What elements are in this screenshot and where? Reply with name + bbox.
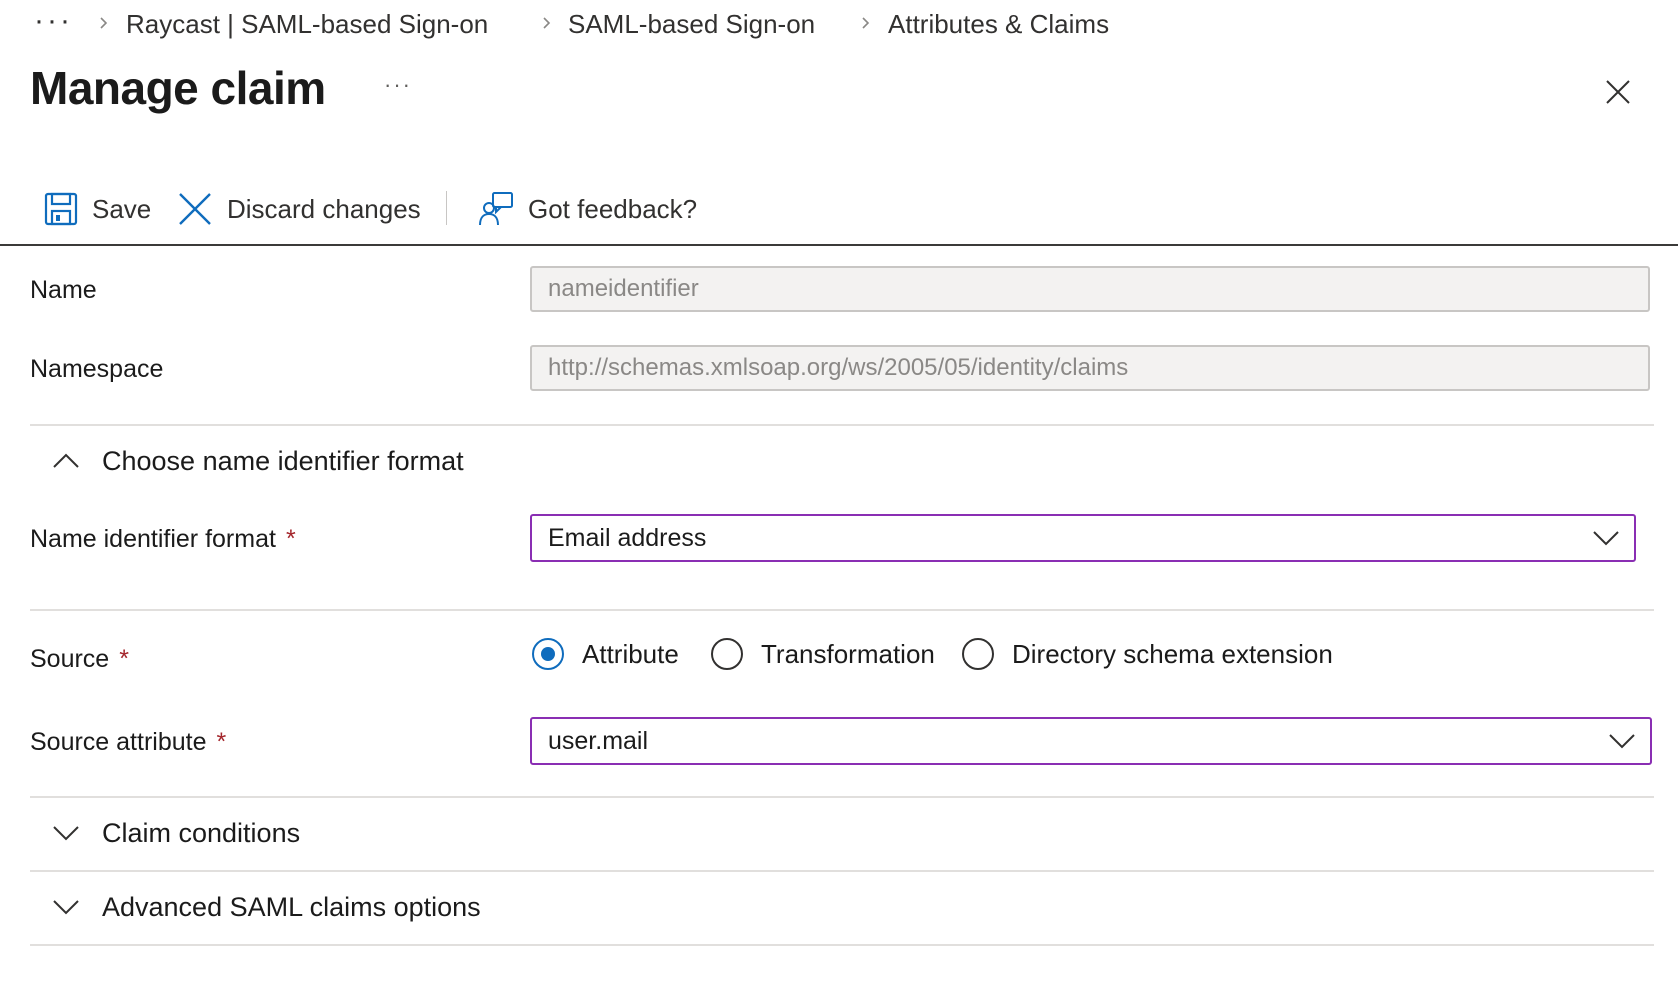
toolbar-separator — [0, 244, 1678, 246]
source-label-text: Source — [30, 645, 110, 673]
source-radio-attribute[interactable]: Attribute — [532, 634, 679, 674]
required-marker: * — [285, 525, 296, 553]
toolbar-divider — [446, 191, 447, 225]
source-option-label: Directory schema extension — [1012, 638, 1333, 669]
save-button[interactable]: Save — [44, 186, 151, 232]
name-identifier-format-value: Email address — [548, 524, 707, 552]
chevron-right-icon — [100, 17, 108, 29]
section-divider — [30, 796, 1654, 798]
section-divider — [30, 944, 1654, 946]
advanced-saml-options-toggle[interactable]: Advanced SAML claims options — [52, 887, 481, 927]
discard-changes-label: Discard changes — [227, 193, 421, 224]
source-radio-transformation[interactable]: Transformation — [711, 634, 935, 674]
source-label: Source * — [30, 643, 129, 675]
section-divider — [30, 424, 1654, 426]
source-attribute-dropdown[interactable]: user.mail — [530, 717, 1652, 765]
source-attribute-label: Source attribute * — [30, 726, 226, 758]
breadcrumb-item-app[interactable]: Raycast | SAML-based Sign-on — [126, 8, 488, 40]
discard-changes-button[interactable]: Discard changes — [177, 186, 421, 232]
name-identifier-section-toggle[interactable]: Choose name identifier format — [52, 441, 464, 481]
radio-unselected-icon — [711, 638, 743, 670]
feedback-icon — [479, 192, 513, 226]
chevron-right-icon — [543, 17, 551, 29]
chevron-right-icon — [862, 17, 870, 29]
save-button-label: Save — [92, 193, 152, 224]
chevron-down-icon — [53, 826, 79, 841]
section-divider — [30, 870, 1654, 872]
namespace-field: http://schemas.xmlsoap.org/ws/2005/05/id… — [530, 345, 1650, 391]
feedback-button[interactable]: Got feedback? — [478, 186, 697, 232]
source-radio-directory-schema[interactable]: Directory schema extension — [962, 634, 1333, 674]
claim-conditions-toggle[interactable]: Claim conditions — [52, 813, 300, 853]
feedback-label: Got feedback? — [528, 193, 698, 224]
breadcrumb-item-saml[interactable]: SAML-based Sign-on — [568, 8, 815, 40]
required-marker: * — [119, 645, 129, 673]
close-icon[interactable] — [1604, 78, 1632, 106]
name-field: nameidentifier — [530, 266, 1650, 312]
name-identifier-section-title: Choose name identifier format — [102, 445, 464, 476]
breadcrumb-overflow-button[interactable]: ··· — [34, 6, 73, 36]
more-options-button[interactable]: ··· — [384, 74, 412, 96]
claim-conditions-title: Claim conditions — [102, 817, 301, 848]
chevron-down-icon — [53, 900, 79, 915]
chevron-down-icon — [1609, 734, 1635, 749]
source-option-label: Transformation — [761, 638, 935, 669]
section-divider — [30, 609, 1654, 611]
close-icon — [179, 193, 211, 225]
radio-selected-icon — [532, 638, 564, 670]
chevron-down-icon — [1593, 531, 1619, 546]
namespace-label: Namespace — [30, 355, 164, 383]
source-option-label: Attribute — [582, 638, 679, 669]
name-identifier-format-label: Name identifier format * — [30, 523, 296, 555]
advanced-saml-options-title: Advanced SAML claims options — [102, 891, 481, 922]
source-attribute-value: user.mail — [548, 727, 649, 755]
chevron-up-icon — [53, 453, 79, 468]
breadcrumb-item-claims[interactable]: Attributes & Claims — [888, 8, 1109, 40]
name-identifier-format-label-text: Name identifier format — [30, 525, 276, 553]
save-icon — [44, 192, 78, 226]
name-label: Name — [30, 276, 97, 304]
name-identifier-format-dropdown[interactable]: Email address — [530, 514, 1636, 562]
source-attribute-label-text: Source attribute — [30, 728, 207, 756]
page-title: Manage claim — [30, 62, 326, 114]
radio-unselected-icon — [962, 638, 994, 670]
required-marker: * — [216, 728, 227, 756]
